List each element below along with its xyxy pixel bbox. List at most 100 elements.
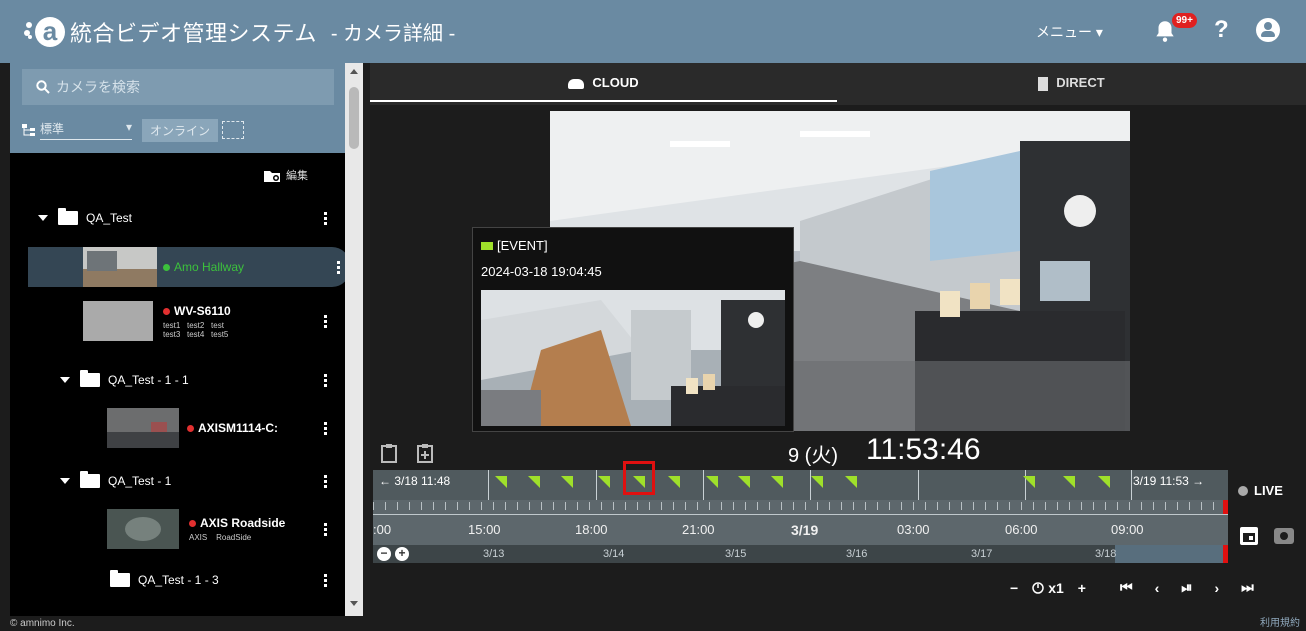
calendar-filter-icon[interactable] bbox=[222, 121, 245, 139]
caret-down-icon: ▾ bbox=[125, 120, 132, 134]
camera-tags: test1 test2 test bbox=[163, 320, 224, 330]
tree-folder-qa-test-1-3[interactable]: QA_Test - 1 - 3 bbox=[10, 570, 345, 587]
caret-down-icon[interactable] bbox=[38, 215, 48, 221]
ruler-line bbox=[373, 514, 1228, 515]
day-label[interactable]: 3/17 bbox=[971, 548, 992, 560]
terms-link[interactable]: 利用規約 bbox=[1260, 616, 1300, 631]
camera-label: WV-S6110 bbox=[174, 303, 231, 318]
live-label: LIVE bbox=[1254, 483, 1283, 498]
zoom-in-icon[interactable]: + bbox=[395, 547, 409, 561]
day-label[interactable]: 3/14 bbox=[603, 548, 624, 560]
event-marker[interactable] bbox=[738, 476, 750, 488]
play-pause-icon[interactable]: ⏯ bbox=[1181, 579, 1192, 596]
skip-to-start-icon[interactable]: ⏮ bbox=[1120, 579, 1133, 596]
event-marker[interactable] bbox=[1098, 476, 1110, 488]
top-bar: a 統合ビデオ管理システム - カメラ詳細 - メニュー ▾ 99+ ? bbox=[0, 0, 1306, 63]
event-marker[interactable] bbox=[811, 476, 823, 488]
tab-cloud-label: CLOUD bbox=[592, 75, 639, 90]
timeline-start-label: ← 3/18 11:48 bbox=[379, 474, 451, 488]
current-time: 11:53:46 bbox=[866, 433, 981, 466]
tree-camera-amo-hallway[interactable]: Amo Hallway bbox=[28, 247, 350, 287]
step-back-icon[interactable]: ‹ bbox=[1155, 580, 1160, 596]
playback-controls: − x1 + ⏮ ‹ ⏯ › ⏭ bbox=[1010, 579, 1254, 596]
camera-tags: AXIS RoadSide bbox=[189, 533, 252, 542]
more-options-icon[interactable] bbox=[324, 314, 327, 328]
event-preview-popup[interactable]: [EVENT] 2024-03-18 19:04:45 bbox=[472, 227, 794, 432]
caret-down-icon[interactable] bbox=[60, 377, 70, 383]
day-label[interactable]: 3/15 bbox=[725, 548, 746, 560]
tree-folder-label: QA_Test - 1 - 3 bbox=[138, 573, 219, 587]
speed-decrease-button[interactable]: − bbox=[1010, 580, 1018, 596]
clipboard-icon[interactable] bbox=[380, 443, 398, 463]
camera-label: AXISM1114-C: bbox=[198, 421, 279, 435]
event-marker[interactable] bbox=[706, 476, 718, 488]
offline-status-dot bbox=[189, 520, 196, 527]
more-options-icon[interactable] bbox=[324, 373, 327, 387]
more-options-icon[interactable] bbox=[324, 573, 327, 587]
scroll-down-icon[interactable] bbox=[350, 601, 358, 606]
view-select[interactable]: 標準 ▾ bbox=[40, 120, 132, 140]
step-forward-icon[interactable]: › bbox=[1214, 580, 1219, 596]
event-marker[interactable] bbox=[771, 476, 783, 488]
camera-label: AXIS Roadside bbox=[200, 516, 286, 530]
more-options-icon[interactable] bbox=[324, 421, 327, 435]
search-placeholder: カメラを検索 bbox=[56, 79, 140, 95]
live-button[interactable]: LIVE bbox=[1238, 483, 1283, 498]
hour-label: 18:00 bbox=[575, 522, 608, 537]
tree-camera-wv-s6110[interactable]: WV-S6110 test1 test2 test test3 test4 te… bbox=[10, 299, 345, 343]
camera-search-input[interactable]: カメラを検索 bbox=[22, 69, 334, 105]
event-marker[interactable] bbox=[598, 476, 610, 488]
clipboard-add-icon[interactable] bbox=[416, 443, 434, 463]
tree-folder-qa-test-1[interactable]: QA_Test - 1 bbox=[10, 471, 345, 488]
camera-snapshot-icon[interactable] bbox=[1274, 528, 1294, 544]
account-icon[interactable] bbox=[1256, 18, 1280, 42]
footer: © amnimo Inc. 利用規約 bbox=[0, 616, 1306, 631]
copyright-text: © amnimo Inc. bbox=[10, 618, 75, 629]
search-icon bbox=[36, 80, 50, 94]
online-filter-button[interactable]: オンライン bbox=[142, 118, 219, 142]
hour-ruler[interactable]: :00 15:00 18:00 21:00 3/19 03:00 06:00 0… bbox=[373, 500, 1228, 545]
speed-increase-button[interactable]: + bbox=[1078, 580, 1086, 596]
more-options-icon[interactable] bbox=[337, 260, 340, 274]
day-track[interactable]: − + 3/13 3/14 3/15 3/16 3/17 3/18 bbox=[373, 545, 1228, 563]
event-marker[interactable] bbox=[1063, 476, 1075, 488]
event-marker[interactable] bbox=[495, 476, 507, 488]
day-label[interactable]: 3/13 bbox=[483, 548, 504, 560]
calendar-icon[interactable] bbox=[1240, 527, 1258, 545]
sidebar: カメラを検索 標準 ▾ オンライン 編集 QA_Test Amo Hallway … bbox=[10, 63, 350, 616]
tab-direct[interactable]: DIRECT bbox=[837, 63, 1306, 105]
tree-folder-label: QA_Test bbox=[86, 211, 133, 225]
event-marker[interactable] bbox=[1023, 476, 1035, 488]
scroll-up-icon[interactable] bbox=[350, 69, 358, 74]
edit-button[interactable]: 編集 bbox=[264, 167, 308, 183]
tab-cloud[interactable]: CLOUD bbox=[370, 63, 837, 105]
event-marker[interactable] bbox=[845, 476, 857, 488]
tree-camera-axis-roadside[interactable]: AXIS Roadside AXIS RoadSide bbox=[10, 509, 345, 549]
skip-to-end-icon[interactable]: ⏭ bbox=[1241, 579, 1254, 596]
caret-down-icon[interactable] bbox=[60, 478, 70, 484]
event-marker[interactable] bbox=[668, 476, 680, 488]
tree-folder-label: QA_Test - 1 bbox=[108, 474, 172, 488]
tree-folder-qa-test[interactable]: QA_Test bbox=[10, 208, 345, 225]
more-options-icon[interactable] bbox=[324, 522, 327, 536]
sidebar-scrollbar[interactable] bbox=[345, 63, 363, 616]
offline-status-dot bbox=[187, 424, 194, 432]
day-label[interactable]: 3/18 bbox=[1095, 548, 1116, 560]
more-options-icon[interactable] bbox=[324, 211, 327, 225]
view-select-value: 標準 bbox=[40, 122, 65, 136]
timeline[interactable]: ← 3/18 11:48 3/19 11:53 → :00 15:00 18:0 bbox=[373, 461, 1228, 563]
event-flag-icon bbox=[481, 241, 493, 250]
tree-folder-qa-test-1-1[interactable]: QA_Test - 1 - 1 bbox=[10, 370, 345, 387]
menu-button[interactable]: メニュー ▾ bbox=[1036, 22, 1103, 42]
device-icon bbox=[1038, 76, 1049, 91]
tree-camera-axism1114[interactable]: AXISM1114-C: bbox=[10, 408, 345, 448]
event-track[interactable]: ← 3/18 11:48 3/19 11:53 → bbox=[373, 461, 1228, 500]
scrollbar-thumb[interactable] bbox=[349, 87, 359, 149]
day-label[interactable]: 3/16 bbox=[846, 548, 867, 560]
event-marker[interactable] bbox=[561, 476, 573, 488]
zoom-out-icon[interactable]: − bbox=[377, 547, 391, 561]
help-icon[interactable]: ? bbox=[1214, 16, 1229, 44]
more-options-icon[interactable] bbox=[324, 474, 327, 488]
hour-label: 21:00 bbox=[682, 522, 715, 537]
event-marker[interactable] bbox=[528, 476, 540, 488]
